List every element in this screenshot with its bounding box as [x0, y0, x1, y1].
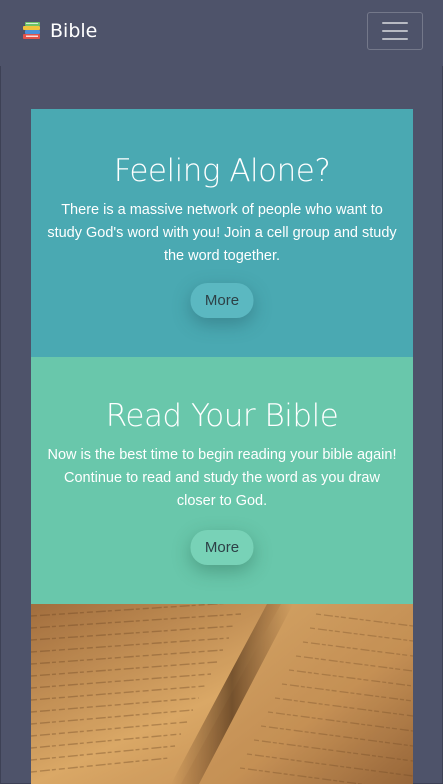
books-icon — [23, 22, 40, 39]
brand-link[interactable]: Bible — [23, 20, 97, 42]
navbar: Bible — [0, 0, 443, 66]
card-text: There is a massive network of people who… — [47, 202, 397, 264]
card-title: Read Your Bible — [105, 398, 339, 434]
open-bible-image — [31, 604, 413, 784]
more-button[interactable]: More — [190, 283, 254, 318]
feeling-alone-card: Feeling Alone? There is a massive networ… — [31, 109, 413, 357]
hamburger-menu-icon — [382, 22, 408, 40]
open-bible-illustration — [31, 604, 413, 784]
navbar-toggler-button[interactable] — [367, 12, 423, 50]
read-your-bible-card: Read Your Bible Now is the best time to … — [31, 357, 413, 604]
card-title: Feeling Alone? — [113, 153, 331, 189]
brand-label: Bible — [50, 20, 98, 42]
more-button[interactable]: More — [190, 530, 254, 565]
card-text: Now is the best time to begin reading yo… — [47, 447, 397, 509]
